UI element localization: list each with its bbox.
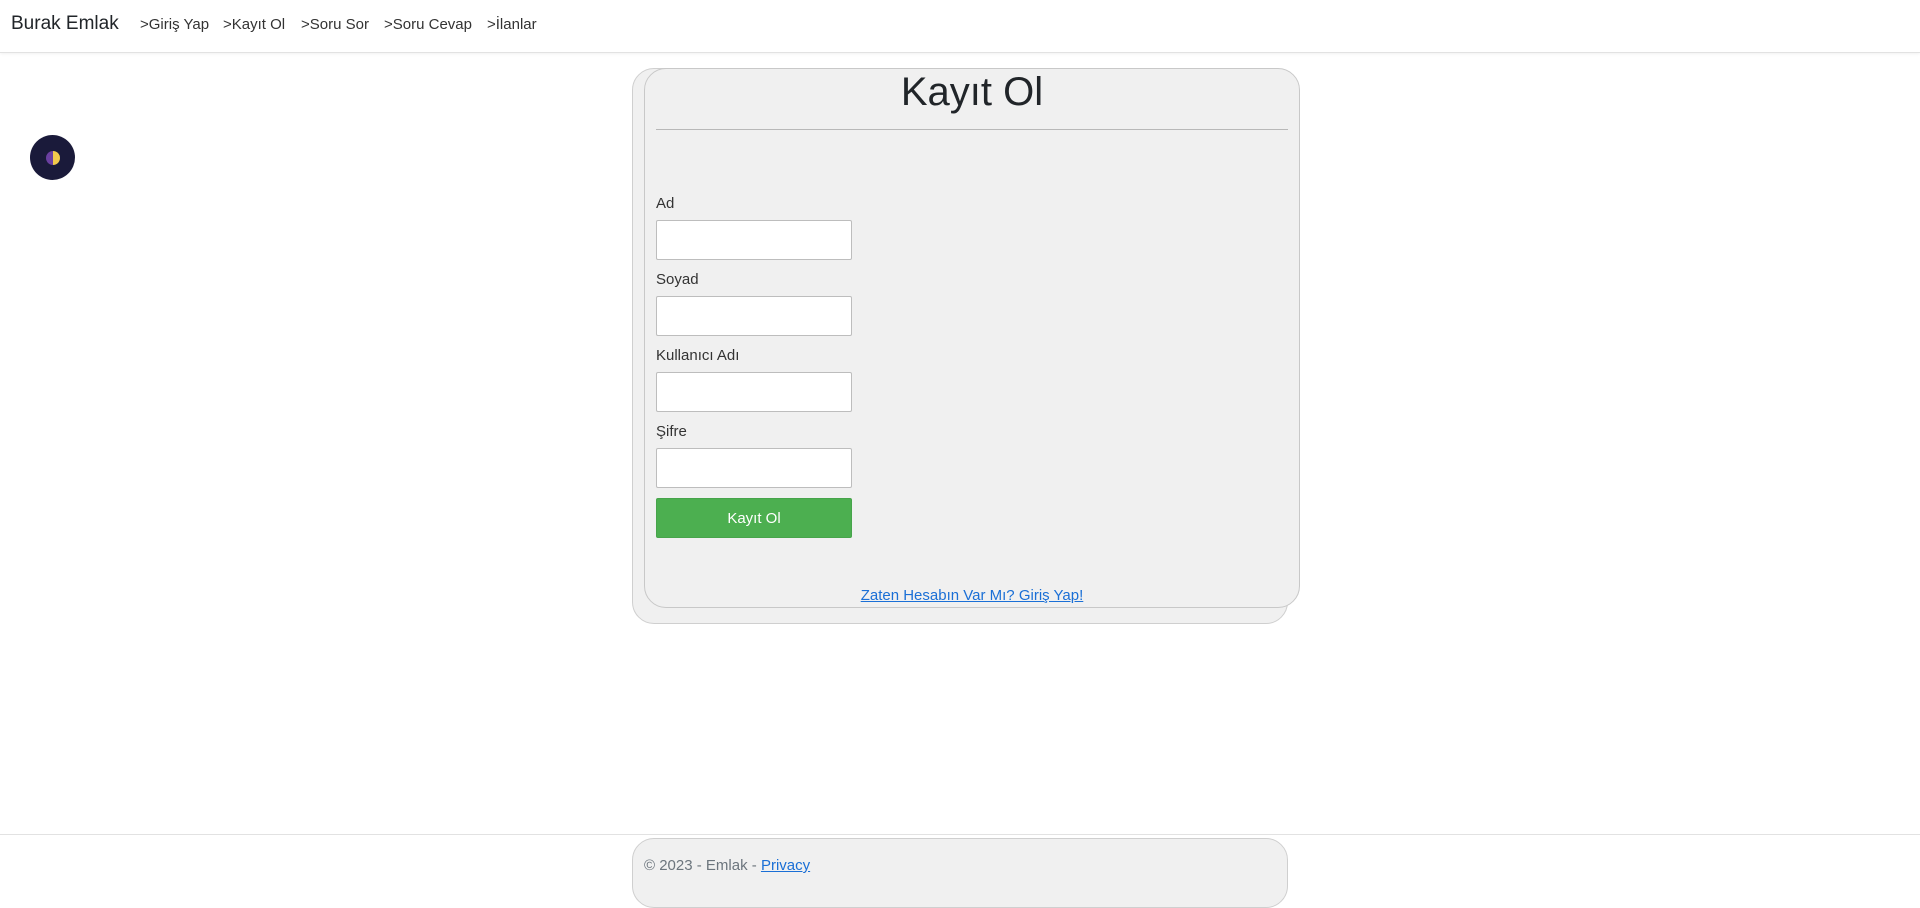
page-title: Kayıt Ol — [900, 70, 1044, 114]
username-label: Kullanıcı Adı — [656, 347, 740, 364]
half-moon-icon — [45, 150, 60, 165]
nav-item-soru-sor[interactable]: >Soru Sor — [301, 16, 369, 34]
brand-link[interactable]: Burak Emlak — [11, 13, 119, 35]
nav-item-soru-cevap[interactable]: >Soru Cevap — [384, 16, 472, 34]
footer-divider — [0, 834, 1920, 835]
theme-toggle-button[interactable] — [30, 135, 75, 180]
title-divider — [656, 129, 1288, 130]
username-field[interactable] — [656, 372, 852, 412]
first-name-label: Ad — [656, 195, 675, 212]
last-name-label: Soyad — [656, 271, 699, 288]
privacy-link[interactable]: Privacy — [761, 857, 810, 874]
footer-text: © 2023 - Emlak - Privacy — [644, 857, 810, 875]
password-field[interactable] — [656, 448, 852, 488]
nav-item-ilanlar[interactable]: >İlanlar — [487, 16, 537, 34]
password-label: Şifre — [656, 423, 687, 440]
nav-item-kayit-ol[interactable]: >Kayıt Ol — [223, 16, 285, 34]
login-link[interactable]: Zaten Hesabın Var Mı? Giriş Yap! — [644, 587, 1300, 605]
last-name-field[interactable] — [656, 296, 852, 336]
copyright-text: © 2023 - Emlak - — [644, 857, 761, 874]
register-button[interactable]: Kayıt Ol — [656, 498, 852, 538]
first-name-field[interactable] — [656, 220, 852, 260]
top-navbar: Burak Emlak >Giriş Yap >Kayıt Ol >Soru S… — [0, 0, 1920, 53]
nav-item-giris-yap[interactable]: >Giriş Yap — [140, 16, 209, 34]
